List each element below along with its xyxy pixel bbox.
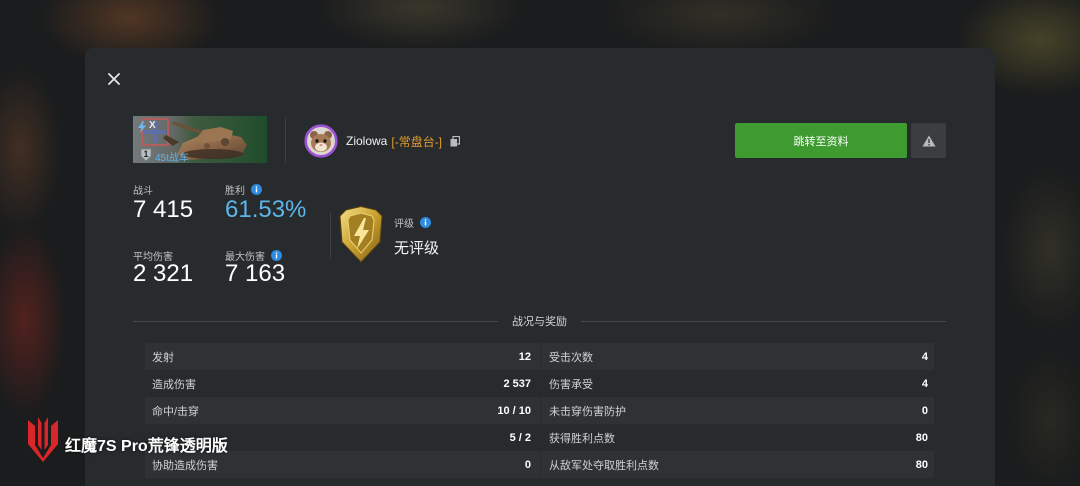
row-value: 80 bbox=[915, 431, 928, 444]
table-row: 从敌军处夺取胜利点数 80 bbox=[541, 451, 934, 478]
row-value: 2 537 bbox=[503, 377, 531, 390]
row-value: 0 bbox=[921, 404, 928, 417]
rating-value: 无评级 bbox=[394, 240, 440, 257]
mastery-badge-icon: 1 bbox=[140, 148, 152, 162]
table-row: 受击次数 4 bbox=[541, 343, 934, 370]
battle-awards-section-header: 战况与奖励 bbox=[133, 314, 946, 328]
info-icon[interactable] bbox=[251, 183, 262, 195]
player-stats-modal: X 1 45t战车 Ziolowa [-常盘台-] 跳转至资料 战斗 7 415… bbox=[85, 48, 995, 486]
stats-table-right: 受击次数 4 伤害承受 4 未击穿伤害防护 0 获得胜利点数 80 从敌军处夺取胜利点数… bbox=[541, 343, 934, 478]
stats-divider bbox=[330, 212, 331, 258]
close-button[interactable] bbox=[106, 71, 122, 87]
header-divider bbox=[285, 118, 286, 163]
red-magic-logo bbox=[27, 416, 59, 462]
go-to-profile-button[interactable]: 跳转至资料 bbox=[735, 123, 907, 158]
clan-tag[interactable]: [-常盘台-] bbox=[391, 133, 442, 150]
tank-name: 45t战车 bbox=[155, 153, 189, 163]
win-rate-label-text: 胜利 bbox=[225, 185, 245, 197]
rating-label: 评级 bbox=[394, 216, 431, 230]
win-rate-value: 61.53% bbox=[225, 196, 307, 223]
table-row: 未击穿伤害防护 0 bbox=[541, 397, 934, 424]
player-info: Ziolowa [-常盘台-] bbox=[346, 133, 461, 150]
battles-label-text: 战斗 bbox=[133, 185, 153, 197]
row-value: 12 bbox=[518, 350, 531, 363]
row-value: 10 / 10 bbox=[497, 404, 531, 417]
avg-damage-value: 2 321 bbox=[133, 260, 194, 287]
info-icon[interactable] bbox=[271, 249, 282, 261]
copy-button[interactable] bbox=[450, 135, 461, 147]
lightning-icon bbox=[138, 121, 146, 133]
row-label: 受击次数 bbox=[549, 351, 593, 364]
battles-value: 7 415 bbox=[133, 196, 194, 223]
row-label: 从敌军处夺取胜利点数 bbox=[549, 459, 659, 472]
win-rate-label: 胜利 bbox=[225, 183, 262, 197]
tank-tier: X bbox=[149, 120, 156, 131]
tank-thumbnail: X 1 45t战车 bbox=[133, 116, 267, 163]
table-row: 发射 12 bbox=[145, 343, 540, 370]
row-label: 发射 bbox=[152, 351, 174, 364]
section-divider-right bbox=[581, 320, 946, 322]
warning-icon[interactable] bbox=[922, 135, 936, 147]
row-value: 4 bbox=[921, 350, 928, 363]
row-value: 0 bbox=[524, 458, 531, 471]
table-row: 命中/击穿 10 / 10 bbox=[145, 397, 540, 424]
report-button[interactable] bbox=[911, 123, 946, 158]
player-name[interactable]: Ziolowa bbox=[346, 134, 387, 148]
row-value: 5 / 2 bbox=[509, 431, 531, 444]
table-row: 获得胜利点数 80 bbox=[541, 424, 934, 451]
copy-icon[interactable] bbox=[450, 135, 461, 147]
device-watermark: 红魔7S Pro荒锋透明版 bbox=[65, 438, 228, 455]
row-label: 未击穿伤害防护 bbox=[549, 405, 626, 418]
row-label: 伤害承受 bbox=[549, 378, 593, 391]
battles-label: 战斗 bbox=[133, 183, 153, 197]
row-value: 4 bbox=[921, 377, 928, 390]
stats-table-left: 发射 12 造成伤害 2 537 命中/击穿 10 / 10 5 / 2 协助造成伤害… bbox=[145, 343, 540, 478]
row-value: 80 bbox=[915, 458, 928, 471]
row-label: 协助造成伤害 bbox=[152, 459, 218, 472]
close-icon[interactable] bbox=[108, 73, 120, 85]
table-row: 伤害承受 4 bbox=[541, 370, 934, 397]
info-icon[interactable] bbox=[420, 216, 431, 228]
section-divider-left bbox=[133, 320, 498, 322]
avatar[interactable] bbox=[304, 124, 338, 158]
table-row: 造成伤害 2 537 bbox=[145, 370, 540, 397]
row-label: 获得胜利点数 bbox=[549, 432, 615, 445]
avatar-hamster bbox=[304, 124, 338, 158]
max-damage-value: 7 163 bbox=[225, 260, 286, 287]
rating-label-text: 评级 bbox=[394, 218, 414, 230]
row-label: 造成伤害 bbox=[152, 378, 196, 391]
rating-badge-icon bbox=[338, 205, 384, 264]
row-label: 命中/击穿 bbox=[152, 405, 200, 418]
mastery-level: 1 bbox=[143, 149, 149, 159]
section-title: 战况与奖励 bbox=[512, 316, 567, 328]
